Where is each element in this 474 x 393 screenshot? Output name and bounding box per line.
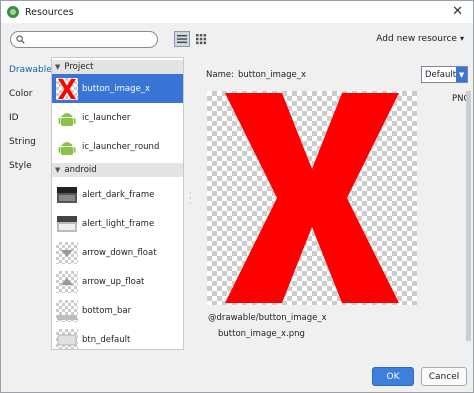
window-title: Resources — [25, 6, 74, 18]
type-color[interactable]: Color — [9, 89, 33, 99]
file-entry: button_image_x.png — [214, 329, 305, 339]
configuration-select[interactable]: Default ▼ — [421, 66, 468, 83]
list-item-ic-launcher[interactable]: ic_launcher — [52, 103, 183, 132]
chevron-down-icon: ▼ — [456, 67, 467, 82]
list-item-ic-launcher-round[interactable]: ic_launcher_round — [52, 132, 183, 161]
bottom-bar-thumbnail-icon — [56, 299, 78, 322]
list-item-label: bottom_bar — [82, 305, 132, 316]
list-item-label: arrow_up_float — [82, 276, 145, 287]
arrow-down-icon — [56, 241, 78, 264]
list-item-alert-light-frame[interactable]: alert_light_frame — [52, 209, 183, 238]
resources-dialog: Resources ✕ Add new resource ▾ Drawable … — [0, 0, 474, 393]
chevron-down-icon: ▾ — [459, 34, 464, 43]
grid-view-button[interactable] — [193, 31, 209, 47]
list-item-label: button_image_x — [82, 83, 151, 94]
android-studio-icon — [7, 6, 19, 18]
list-item-bottom-bar[interactable]: bottom_bar — [52, 296, 183, 325]
dark-frame-thumbnail-icon — [56, 184, 78, 206]
red-x-preview-image — [225, 93, 399, 303]
light-frame-thumbnail-icon — [56, 213, 78, 235]
list-item-label: alert_dark_frame — [82, 189, 155, 200]
file-name: button_image_x.png — [218, 329, 305, 339]
splitter-handle[interactable]: · · · — [189, 190, 193, 208]
arrow-up-icon — [56, 270, 78, 293]
list-item-label: ic_launcher_round — [82, 141, 160, 152]
android-robot-icon — [56, 136, 78, 158]
resource-list: ▼ Project button_image_x ic_launcher ic_… — [51, 57, 184, 350]
resource-path: @drawable/button_image_x — [208, 313, 327, 323]
detail-scrollbar[interactable] — [466, 91, 471, 341]
toolbar: Add new resource ▾ — [2, 23, 472, 55]
resource-type-list: Drawable Color ID String Style — [2, 57, 52, 350]
add-new-resource-label: Add new resource — [376, 34, 457, 44]
list-item-label: arrow_down_float — [82, 247, 157, 258]
resource-detail-panel: Name: button_image_x Default ▼ PNG @draw… — [195, 57, 472, 350]
search-input[interactable] — [10, 31, 158, 48]
list-item-arrow-down-float[interactable]: arrow_down_float — [52, 238, 183, 267]
grid-view-icon — [196, 34, 207, 45]
group-header-android[interactable]: ▼ android — [52, 163, 183, 177]
group-label: Project — [64, 62, 94, 72]
list-item-button-image-x[interactable]: button_image_x — [52, 74, 183, 103]
configuration-value: Default — [425, 69, 457, 80]
name-label: Name: — [206, 70, 234, 80]
dialog-footer: OK Cancel — [2, 357, 472, 392]
close-icon[interactable]: ✕ — [452, 4, 463, 19]
red-x-thumbnail-icon — [56, 77, 78, 100]
add-new-resource-button[interactable]: Add new resource ▾ — [376, 34, 464, 44]
type-id[interactable]: ID — [9, 113, 19, 123]
cancel-button[interactable]: Cancel — [421, 367, 467, 386]
type-drawable[interactable]: Drawable — [9, 65, 52, 75]
type-style[interactable]: Style — [9, 161, 32, 171]
list-item-label: btn_default — [82, 334, 131, 345]
type-string[interactable]: String — [9, 137, 36, 147]
list-item-label: alert_light_frame — [82, 218, 155, 229]
list-item-btn-default[interactable]: btn_default — [52, 325, 183, 349]
image-preview — [207, 91, 417, 305]
triangle-down-icon: ▼ — [55, 166, 61, 174]
ok-button[interactable]: OK — [372, 367, 414, 386]
list-item-label: ic_launcher — [82, 112, 131, 123]
list-view-button[interactable] — [174, 31, 190, 47]
button-thumbnail-icon — [56, 328, 78, 349]
name-value: button_image_x — [238, 70, 307, 80]
android-robot-icon — [56, 107, 78, 129]
group-label: android — [64, 165, 97, 175]
list-item-arrow-up-float[interactable]: arrow_up_float — [52, 267, 183, 296]
list-view-icon — [177, 35, 187, 43]
triangle-down-icon: ▼ — [55, 63, 61, 71]
list-item-alert-dark-frame[interactable]: alert_dark_frame — [52, 180, 183, 209]
group-header-project[interactable]: ▼ Project — [52, 60, 183, 74]
title-bar: Resources ✕ — [1, 1, 473, 23]
search-icon — [16, 35, 25, 44]
